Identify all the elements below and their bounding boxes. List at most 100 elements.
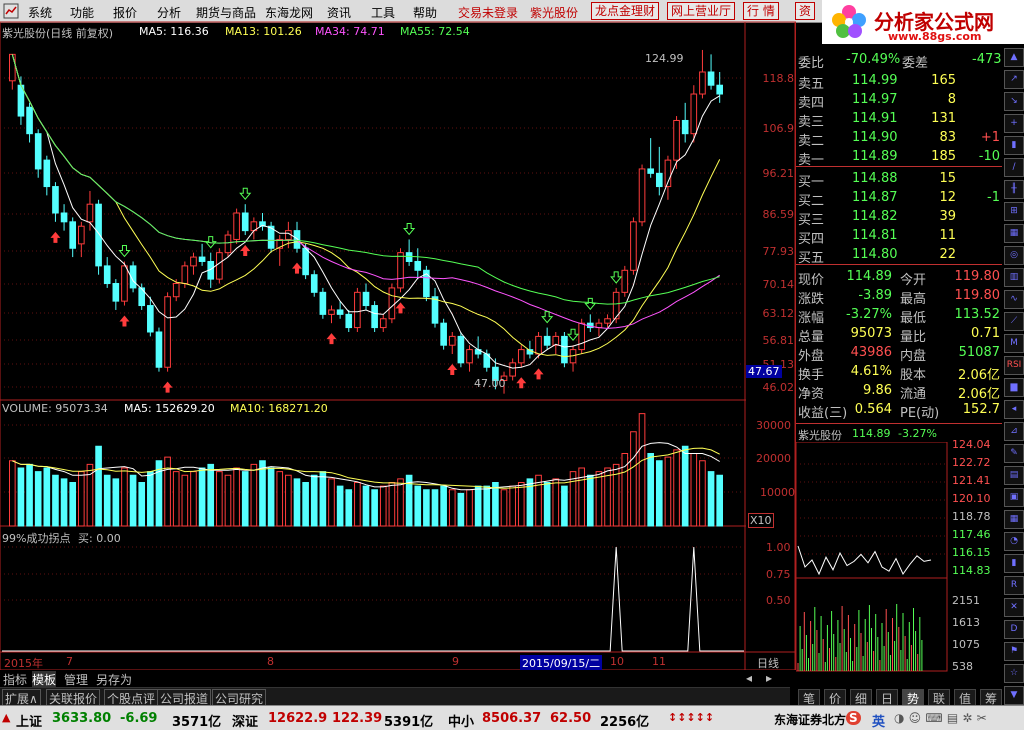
mini-tab[interactable]: 势 — [902, 689, 924, 706]
volume-bar-up — [604, 467, 611, 527]
tab-manage[interactable]: 管理 — [64, 671, 88, 688]
tool-vol-icon[interactable]: ▆ — [1004, 378, 1024, 397]
ask-volume: 131 — [931, 111, 956, 126]
tool-flag-icon[interactable]: ⚑ — [1004, 642, 1024, 661]
candle-down — [681, 119, 689, 135]
sogou-ime-icon[interactable]: S — [846, 711, 861, 725]
candle-down — [95, 203, 102, 267]
volume-bar-down — [43, 467, 51, 527]
scroll-right-icon[interactable]: ▸ — [766, 671, 772, 685]
candle-down — [155, 331, 163, 368]
ask-price: 114.89 — [852, 149, 898, 164]
rsi-icon[interactable]: RSI — [1004, 356, 1024, 375]
tool-ruler-icon[interactable]: ⊿ — [1004, 422, 1024, 441]
volume-bar-down — [440, 485, 447, 527]
zx-label[interactable]: 中小 — [448, 711, 474, 730]
price-tick: 63.12 — [762, 307, 795, 320]
mini-price-tick: 120.10 — [952, 492, 991, 505]
candle-up — [328, 309, 335, 315]
mini-tab[interactable]: 细 — [850, 689, 872, 706]
candle-down — [647, 168, 654, 174]
sell-signal-arrow — [610, 271, 623, 284]
bid-volume: 15 — [939, 171, 956, 186]
tool-target-icon[interactable]: ◎ — [1004, 246, 1024, 265]
ask-change: +1 — [980, 130, 1000, 145]
volume-ma5: MA5: 152629.20 — [124, 402, 215, 415]
tool-wave-icon[interactable]: ∿ — [1004, 290, 1024, 309]
quote-row: 换手 4.61% 股本 2.06亿 — [796, 363, 1002, 383]
scroll-left-icon[interactable]: ◂ — [746, 671, 752, 685]
mini-tab[interactable]: 价 — [824, 689, 846, 706]
sell-signal-arrow — [403, 222, 416, 236]
tool-candle-icon[interactable]: ╫ — [1004, 180, 1024, 199]
tool-r-icon[interactable]: R — [1004, 576, 1024, 595]
sh-label[interactable]: 上证 — [16, 711, 42, 730]
bid-volume: 39 — [939, 209, 956, 224]
tool-grid-icon[interactable]: ▦ — [1004, 224, 1024, 243]
ime-mode[interactable]: 英 — [872, 711, 885, 730]
tool-bar-icon[interactable]: ▥ — [1004, 268, 1024, 287]
volume-bar-up — [595, 471, 603, 527]
tool-macd-icon[interactable]: M — [1004, 334, 1024, 353]
volume-bar-down — [293, 478, 301, 527]
volume-bar-down — [138, 482, 146, 527]
quote-row: 总量 95073 量比 0.71 — [796, 325, 1002, 345]
mini-tab[interactable]: 日 — [876, 689, 898, 706]
tool-zoom-icon[interactable]: ⊞ — [1004, 202, 1024, 221]
tool-pen-icon[interactable]: ✎ — [1004, 444, 1024, 463]
quote-value: 4.61% — [850, 364, 892, 379]
bid-label: 买四 — [798, 232, 825, 247]
period-label[interactable]: 日线 — [757, 655, 779, 671]
kline-chart[interactable] — [0, 0, 796, 670]
tool-alarm-icon[interactable]: ◔ — [1004, 532, 1024, 551]
sz-index: 12622.9 — [268, 711, 328, 726]
sz-label[interactable]: 深证 — [232, 711, 258, 730]
mini-tab[interactable]: 筹 — [980, 689, 1002, 706]
scroll-up-icon[interactable]: ▲ — [1004, 48, 1024, 67]
candle-up — [466, 349, 473, 364]
intraday-mini-chart[interactable] — [796, 442, 948, 672]
scroll-down-icon[interactable]: ▼ — [1004, 686, 1024, 705]
info-button[interactable]: 资 — [795, 2, 816, 20]
tab-template[interactable]: 模板 — [32, 671, 57, 688]
ticker-scroll-icon[interactable]: ↕↕↕↕↕ — [668, 711, 714, 724]
quote-value: 114.89 — [846, 269, 893, 284]
tool-cross-icon[interactable]: + — [1004, 114, 1024, 133]
ask-change: -10 — [978, 149, 1000, 164]
candle-down — [336, 309, 344, 315]
volume-bar-up — [638, 413, 646, 527]
bid-label: 买三 — [798, 213, 825, 228]
tab-save-as[interactable]: 另存为 — [96, 671, 132, 688]
mini-tab[interactable]: 值 — [954, 689, 976, 706]
volume-bar-down — [431, 489, 439, 527]
info-tabs: 扩展∧ 关联报价 个股点评 公司报道 公司研究 — [0, 687, 790, 708]
mini-tab[interactable]: 联 — [928, 689, 950, 706]
tool-bars-icon[interactable]: ▮ — [1004, 554, 1024, 573]
tool-book-icon[interactable]: ▣ — [1004, 488, 1024, 507]
tool-trend-icon[interactable]: ⟋ — [1004, 312, 1024, 331]
volume-bar-down — [319, 471, 327, 527]
sell-signal-arrow — [566, 328, 580, 341]
volume-bar-down — [561, 485, 568, 527]
mini-tab[interactable]: 笔 — [798, 689, 820, 706]
volume-bar-down — [716, 474, 723, 527]
mini-price-tick: 121.41 — [952, 474, 991, 487]
mini-price-tick: 124.04 — [952, 438, 991, 451]
price-tick: 118.8 — [762, 72, 795, 85]
tool-kline-icon[interactable]: ▮ — [1004, 136, 1024, 155]
tool-x-icon[interactable]: ✕ — [1004, 598, 1024, 617]
tool-line-icon[interactable]: ∕ — [1004, 158, 1024, 177]
tool-calc-icon[interactable]: ▦ — [1004, 510, 1024, 529]
ask-label: 卖一 — [798, 153, 825, 168]
candle-down — [43, 159, 51, 188]
ime-toolbar-icons[interactable]: ◑ ☺ ⌨ ▤ ✲ ✂ — [894, 711, 987, 725]
candle-up — [233, 212, 240, 240]
tool-down-icon[interactable]: ↘ — [1004, 92, 1024, 111]
tool-arrow-icon[interactable]: ↗ — [1004, 70, 1024, 89]
tool-sound-icon[interactable]: ◂ — [1004, 400, 1024, 419]
tool-star-icon[interactable]: ☆ — [1004, 664, 1024, 683]
tool-d-icon[interactable]: D — [1004, 620, 1024, 639]
tab-indicator[interactable]: 指标 — [3, 671, 27, 688]
tool-chart-icon[interactable]: ▤ — [1004, 466, 1024, 485]
candle-down — [293, 230, 301, 249]
